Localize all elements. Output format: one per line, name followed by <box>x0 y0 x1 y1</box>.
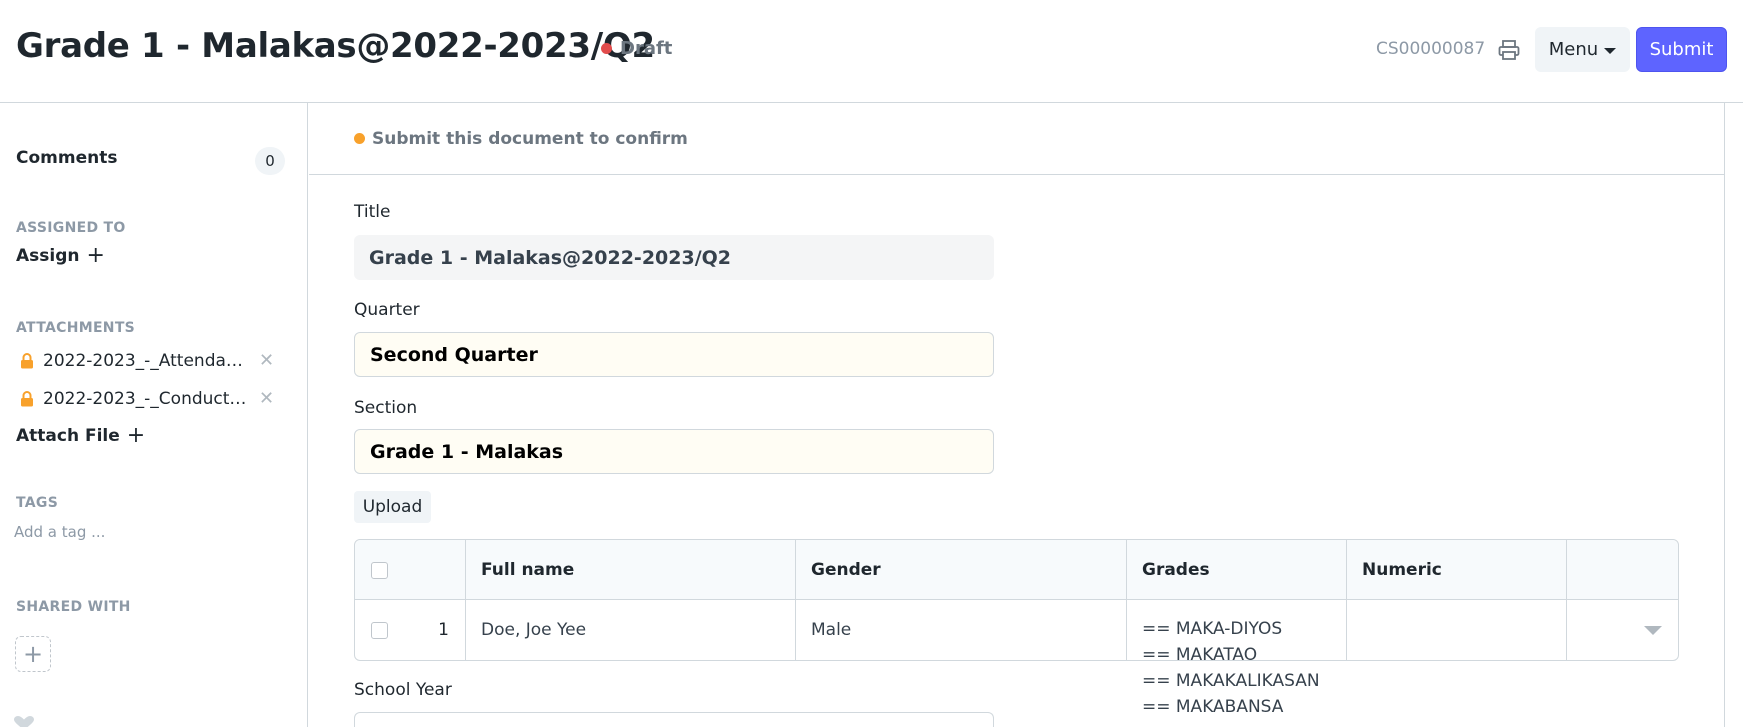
page-title: Grade 1 - Malakas@2022-2023/Q2 <box>16 26 655 66</box>
plus-icon: + <box>126 423 146 448</box>
lock-icon <box>21 352 33 368</box>
cell-numeric[interactable] <box>1347 600 1567 660</box>
comments-label[interactable]: Comments <box>16 148 117 168</box>
menu-button-label: Menu <box>1548 39 1599 60</box>
students-grid: Full name Gender Grades Numeric 1 Doe, J… <box>354 539 1679 717</box>
assign-label: Assign <box>16 246 80 266</box>
grades-line: == MAKAKALIKASAN <box>1142 671 1320 691</box>
column-header-numeric: Numeric <box>1347 540 1567 600</box>
assign-button[interactable]: Assign + <box>16 245 105 267</box>
plus-icon: + <box>86 243 105 268</box>
grades-line: == MAKA-DIYOS <box>1142 619 1283 639</box>
column-header-gender: Gender <box>796 540 1127 600</box>
shared-with-heading: SHARED WITH <box>16 599 131 615</box>
grades-line: == MAKABANSA <box>1142 697 1284 717</box>
row-checkbox[interactable] <box>371 621 388 639</box>
document-name: CS00000087 <box>1376 39 1486 59</box>
grades-text: == MAKA-DIYOS == MAKATAO == MAKAKALIKASA… <box>1142 616 1320 720</box>
form-sidebar: Comments 0 ASSIGNED TO Assign + ATTACHME… <box>0 103 308 727</box>
heart-icon[interactable] <box>14 716 34 727</box>
attachment-item: 2022-2023_-_Conduct_Grades ✕ <box>20 388 280 409</box>
notice-dot <box>354 133 365 144</box>
grades-line: == MAKATAO <box>1142 645 1258 665</box>
upload-button[interactable]: Upload <box>354 491 431 523</box>
cell-grades[interactable]: == MAKA-DIYOS == MAKATAO == MAKAKALIKASA… <box>1127 600 1347 717</box>
assigned-to-heading: ASSIGNED TO <box>16 220 126 236</box>
printer-icon <box>1498 40 1520 60</box>
status-label: Draft <box>620 38 673 59</box>
plus-icon: + <box>22 640 44 668</box>
notice-text: Submit this document to confirm <box>372 128 688 149</box>
grid-header-row: Full name Gender Grades Numeric <box>355 540 1678 600</box>
attachment-link[interactable]: 2022-2023_-_Attendance <box>43 351 247 371</box>
status-dot <box>601 43 612 54</box>
attachment-item: 2022-2023_-_Attendance ✕ <box>20 350 280 371</box>
row-index: 1 <box>438 620 449 640</box>
chevron-down-icon <box>1604 48 1617 54</box>
school-year-label: School Year <box>354 680 452 700</box>
submit-button[interactable]: Submit <box>1636 27 1727 72</box>
table-row[interactable]: 1 Doe, Joe Yee Male == MAKA-DIYOS == MAK… <box>355 600 1678 717</box>
comments-count-badge: 0 <box>255 147 285 175</box>
print-button[interactable] <box>1495 38 1523 62</box>
quarter-field[interactable]: Second Quarter <box>354 332 994 377</box>
title-field: Grade 1 - Malakas@2022-2023/Q2 <box>354 235 994 280</box>
title-label: Title <box>354 202 391 222</box>
remove-attachment-icon[interactable]: ✕ <box>259 388 274 409</box>
section-label: Section <box>354 398 418 418</box>
row-select-cell: 1 <box>355 600 466 660</box>
chevron-down-icon[interactable] <box>1644 625 1662 635</box>
submit-notice: Submit this document to confirm <box>309 103 1724 175</box>
add-tag-input[interactable]: Add a tag ... <box>14 523 105 541</box>
add-share-button[interactable]: + <box>15 636 51 672</box>
attach-file-button[interactable]: Attach File + <box>16 425 145 447</box>
attach-file-label: Attach File <box>16 426 120 446</box>
select-all-checkbox[interactable] <box>371 561 388 579</box>
remove-attachment-icon[interactable]: ✕ <box>259 350 274 371</box>
attachments-heading: ATTACHMENTS <box>16 320 136 336</box>
tags-heading: TAGS <box>16 495 59 511</box>
column-header-actions <box>1567 540 1678 600</box>
page-header: Grade 1 - Malakas@2022-2023/Q2 Draft CS0… <box>0 0 1743 103</box>
attachment-link[interactable]: 2022-2023_-_Conduct_Grades <box>43 389 247 409</box>
cell-gender[interactable]: Male <box>796 600 1127 660</box>
school-year-field[interactable] <box>354 712 994 727</box>
row-actions-cell <box>1567 600 1678 660</box>
section-field[interactable]: Grade 1 - Malakas <box>354 429 994 474</box>
grid-select-all-cell <box>355 540 466 600</box>
column-header-grades: Grades <box>1127 540 1347 600</box>
column-header-full-name: Full name <box>466 540 796 600</box>
lock-icon <box>21 390 33 406</box>
cell-full-name[interactable]: Doe, Joe Yee <box>466 600 796 660</box>
menu-button[interactable]: Menu <box>1535 27 1630 72</box>
form-main: Submit this document to confirm Title Gr… <box>309 103 1725 727</box>
status-indicator: Draft <box>601 38 672 59</box>
quarter-label: Quarter <box>354 300 420 320</box>
